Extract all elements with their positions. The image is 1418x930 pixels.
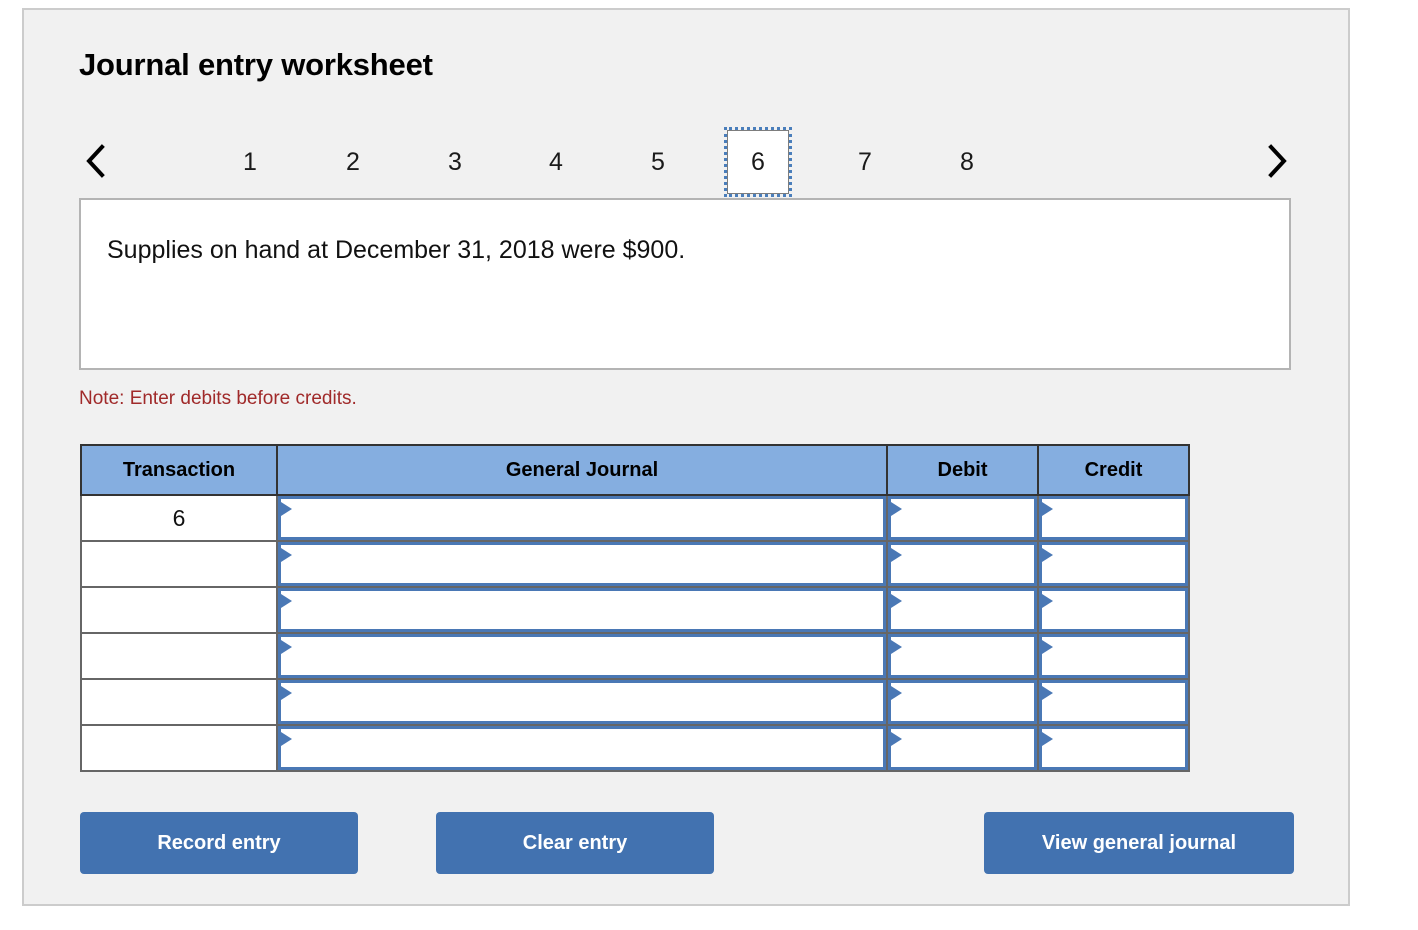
tab-label: 3 <box>448 147 462 176</box>
clear-entry-button[interactable]: Clear entry <box>436 812 714 874</box>
dropdown-arrow-icon <box>891 548 902 562</box>
transaction-number-cell <box>80 632 278 680</box>
general-journal-account-select[interactable] <box>276 678 888 726</box>
tab-label: 5 <box>651 147 665 176</box>
dropdown-arrow-icon <box>891 732 902 746</box>
account-dropdown[interactable] <box>278 726 886 770</box>
column-header-transaction: Transaction <box>80 444 278 496</box>
dropdown-arrow-icon <box>1042 640 1053 654</box>
general-journal-account-select[interactable] <box>276 724 888 772</box>
tab-1[interactable]: 1 <box>219 130 281 194</box>
view-general-journal-button[interactable]: View general journal <box>984 812 1294 874</box>
general-journal-account-select[interactable] <box>276 540 888 588</box>
tab-3[interactable]: 3 <box>424 130 486 194</box>
debit-input[interactable] <box>888 496 1037 540</box>
table-row <box>80 540 1190 588</box>
transaction-statement-text: Supplies on hand at December 31, 2018 we… <box>107 236 686 264</box>
debits-before-credits-note: Note: Enter debits before credits. <box>79 388 357 409</box>
tab-label: 7 <box>858 147 872 176</box>
table-row <box>80 724 1190 772</box>
table-row <box>80 586 1190 634</box>
table-row <box>80 678 1190 726</box>
dropdown-arrow-icon <box>281 502 292 516</box>
tab-8[interactable]: 8 <box>936 130 998 194</box>
credit-input-cell[interactable] <box>1037 678 1190 726</box>
tab-5[interactable]: 5 <box>627 130 689 194</box>
debit-input[interactable] <box>888 588 1037 632</box>
chevron-right-icon[interactable] <box>1260 138 1294 184</box>
credit-input[interactable] <box>1039 542 1188 586</box>
column-header-general-journal: General Journal <box>276 444 888 496</box>
record-entry-button[interactable]: Record entry <box>80 812 358 874</box>
credit-input-cell[interactable] <box>1037 586 1190 634</box>
page-title: Journal entry worksheet <box>79 47 433 82</box>
debit-input[interactable] <box>888 726 1037 770</box>
account-dropdown[interactable] <box>278 634 886 678</box>
chevron-left-icon[interactable] <box>79 138 113 184</box>
dropdown-arrow-icon <box>281 640 292 654</box>
general-journal-account-select[interactable] <box>276 494 888 542</box>
account-dropdown[interactable] <box>278 588 886 632</box>
tab-label: 1 <box>243 147 257 176</box>
tab-2[interactable]: 2 <box>322 130 384 194</box>
dropdown-arrow-icon <box>891 640 902 654</box>
debit-input-cell[interactable] <box>886 494 1039 542</box>
dropdown-arrow-icon <box>1042 548 1053 562</box>
transaction-number-cell <box>80 540 278 588</box>
debit-input-cell[interactable] <box>886 540 1039 588</box>
credit-input[interactable] <box>1039 588 1188 632</box>
account-dropdown[interactable] <box>278 680 886 724</box>
tab-strip: 1 2 3 4 5 6 7 8 <box>79 120 1294 205</box>
transaction-number-cell <box>80 678 278 726</box>
debit-input-cell[interactable] <box>886 632 1039 680</box>
general-journal-account-select[interactable] <box>276 586 888 634</box>
credit-input[interactable] <box>1039 680 1188 724</box>
journal-entry-worksheet-panel: Journal entry worksheet 1 2 3 4 5 6 7 8 … <box>22 8 1350 906</box>
table-row <box>80 632 1190 680</box>
journal-entry-table: Transaction General Journal Debit Credit… <box>80 444 1190 772</box>
dropdown-arrow-icon <box>281 594 292 608</box>
tab-label: 2 <box>346 147 360 176</box>
debit-input-cell[interactable] <box>886 586 1039 634</box>
tab-7[interactable]: 7 <box>834 130 896 194</box>
credit-input-cell[interactable] <box>1037 494 1190 542</box>
tab-4[interactable]: 4 <box>525 130 587 194</box>
dropdown-arrow-icon <box>1042 594 1053 608</box>
column-header-debit: Debit <box>886 444 1039 496</box>
debit-input-cell[interactable] <box>886 724 1039 772</box>
credit-input-cell[interactable] <box>1037 632 1190 680</box>
table-row: 6 <box>80 494 1190 542</box>
dropdown-arrow-icon <box>1042 686 1053 700</box>
dropdown-arrow-icon <box>1042 732 1053 746</box>
table-header-row: Transaction General Journal Debit Credit <box>80 444 1190 496</box>
transaction-statement-panel: Supplies on hand at December 31, 2018 we… <box>79 198 1291 370</box>
debit-input[interactable] <box>888 542 1037 586</box>
credit-input[interactable] <box>1039 496 1188 540</box>
tab-6[interactable]: 6 <box>724 127 792 197</box>
dropdown-arrow-icon <box>891 594 902 608</box>
column-header-credit: Credit <box>1037 444 1190 496</box>
dropdown-arrow-icon <box>1042 502 1053 516</box>
tab-label: 8 <box>960 147 974 176</box>
dropdown-arrow-icon <box>891 686 902 700</box>
credit-input-cell[interactable] <box>1037 540 1190 588</box>
debit-input[interactable] <box>888 680 1037 724</box>
dropdown-arrow-icon <box>281 548 292 562</box>
transaction-number-cell <box>80 724 278 772</box>
debit-input[interactable] <box>888 634 1037 678</box>
transaction-number-cell: 6 <box>80 494 278 542</box>
dropdown-arrow-icon <box>891 502 902 516</box>
transaction-number-cell <box>80 586 278 634</box>
debit-input-cell[interactable] <box>886 678 1039 726</box>
credit-input[interactable] <box>1039 634 1188 678</box>
dropdown-arrow-icon <box>281 686 292 700</box>
tab-label: 6 <box>751 147 765 176</box>
credit-input[interactable] <box>1039 726 1188 770</box>
general-journal-account-select[interactable] <box>276 632 888 680</box>
tab-label: 4 <box>549 147 563 176</box>
credit-input-cell[interactable] <box>1037 724 1190 772</box>
account-dropdown[interactable] <box>278 542 886 586</box>
dropdown-arrow-icon <box>281 732 292 746</box>
account-dropdown[interactable] <box>278 496 886 540</box>
